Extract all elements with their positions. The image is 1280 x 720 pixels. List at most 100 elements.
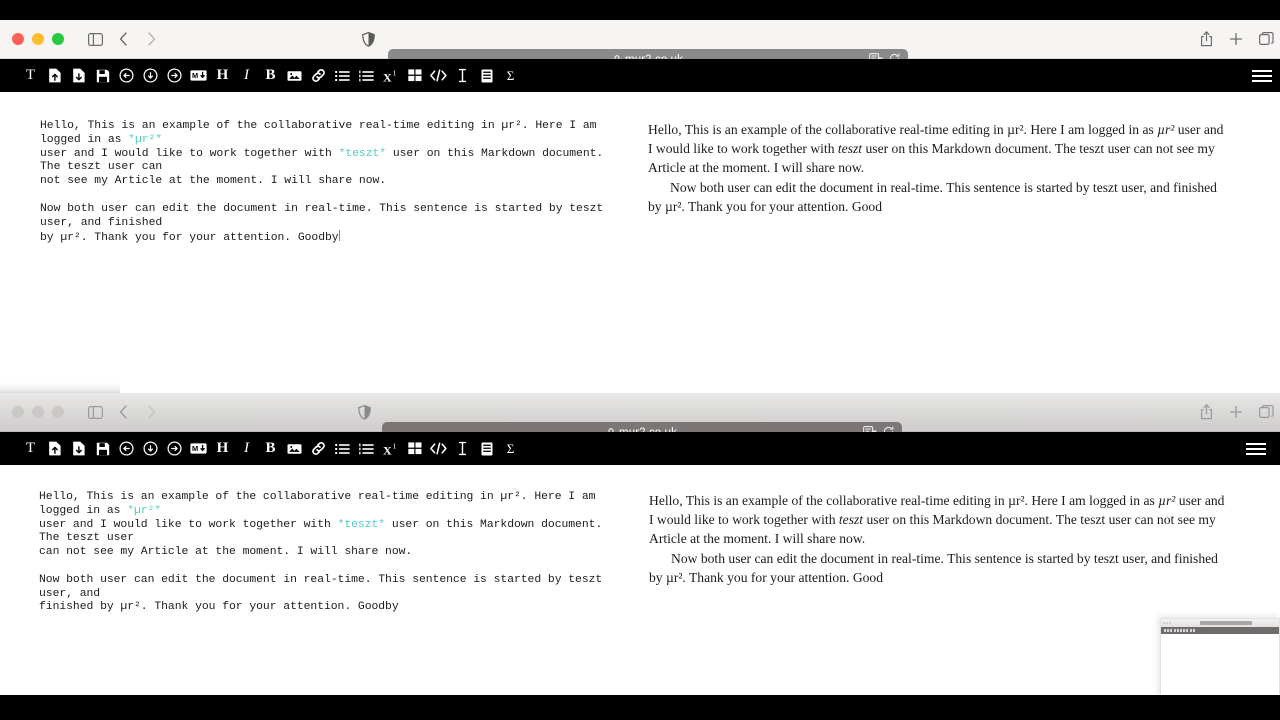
titlebar-right-actions-secondary[interactable]	[1194, 393, 1280, 431]
superscript-tool-icon[interactable]: X 1	[382, 440, 399, 457]
back-chevron-icon[interactable]	[110, 399, 136, 425]
markdown-emphasis-tag: *teszt*	[337, 518, 386, 531]
link-tool-icon[interactable]	[310, 440, 327, 457]
ordered-list-tool-icon[interactable]	[358, 440, 375, 457]
markdown-tool-icon[interactable]: M	[190, 440, 207, 457]
heading-tool-icon[interactable]: H	[214, 67, 231, 84]
editor-tool-icons-primary[interactable]: T M H I B X 1 Σ	[22, 67, 519, 84]
tab-overview-icon[interactable]	[1254, 400, 1278, 424]
save-tool-icon[interactable]	[94, 67, 111, 84]
markdown-source-pane-primary[interactable]: Hello, This is an example of the collabo…	[0, 92, 640, 398]
forward-chevron-icon[interactable]	[138, 26, 164, 52]
thumbnail-tool	[1176, 628, 1179, 633]
preview-emphasis: teszt	[838, 512, 864, 528]
plus-icon[interactable]	[1224, 400, 1248, 424]
markdown-source-pane-secondary[interactable]: Hello, This is an example of the collabo…	[0, 465, 640, 695]
bold-tool-icon[interactable]: B	[262, 440, 279, 457]
source-segment: user and I would like to work together w…	[40, 147, 332, 160]
hamburger-menu-icon[interactable]	[1246, 439, 1266, 459]
thumbnail-titlebar	[1161, 619, 1279, 627]
image-tool-icon[interactable]	[286, 440, 303, 457]
table-tool-icon[interactable]	[406, 67, 423, 84]
superscript-tool-icon[interactable]: X 1	[382, 67, 399, 84]
close-window-button[interactable]	[12, 33, 24, 45]
share-icon[interactable]	[1194, 400, 1218, 424]
editor-toolbar-primary[interactable]: T M H I B X 1 Σ	[0, 59, 1280, 92]
thumbnail-tool	[1164, 628, 1166, 633]
preview-emphasis: µr²	[1157, 122, 1175, 137]
link-tool-icon[interactable]	[310, 67, 327, 84]
minimize-window-button[interactable]	[32, 406, 44, 418]
editor-tool-icons-secondary[interactable]: T M H I B X 1 Σ	[22, 440, 519, 457]
preview-emphasis: teszt	[837, 141, 863, 157]
back-chevron-icon[interactable]	[110, 26, 136, 52]
editor-toolbar-secondary[interactable]: T M H I B X 1 Σ	[0, 432, 1280, 465]
thumbnail-tool	[1170, 628, 1173, 633]
text-tool-icon[interactable]: T	[22, 440, 39, 457]
sidebar-toggle-icon[interactable]	[82, 26, 108, 52]
undo-tool-icon[interactable]	[118, 67, 135, 84]
browser-window-primary[interactable]: mur2.co.uk	[0, 20, 1280, 398]
markdown-tool-icon[interactable]: M	[190, 67, 207, 84]
plus-icon[interactable]	[1224, 27, 1248, 51]
close-window-button[interactable]	[12, 406, 24, 418]
bullet-list-tool-icon[interactable]	[334, 440, 351, 457]
share-icon[interactable]	[1194, 27, 1218, 51]
sigma-tool-icon[interactable]: Σ	[502, 67, 519, 84]
code-tool-icon[interactable]	[430, 67, 447, 84]
preview-segment: Hello, This is an example of the collabo…	[649, 493, 1159, 508]
sigma-tool-icon[interactable]: Σ	[502, 440, 519, 457]
privacy-shield-icon[interactable]	[358, 393, 371, 431]
minimize-window-button[interactable]	[32, 33, 44, 45]
forward-chevron-icon[interactable]	[138, 399, 164, 425]
source-segment: Hello, This is an example of the collabo…	[39, 491, 603, 517]
table-tool-icon[interactable]	[406, 440, 423, 457]
heading-tool-icon[interactable]: H	[214, 440, 231, 457]
titlebar-secondary: mur2.co.uk	[0, 393, 1280, 443]
file-upload-tool-icon[interactable]	[46, 440, 63, 457]
code-tool-icon[interactable]	[430, 440, 447, 457]
redo-tool-icon[interactable]	[166, 67, 183, 84]
traffic-lights-primary[interactable]	[12, 33, 64, 45]
preview-emphasis: µr²	[1158, 493, 1176, 508]
undo-tool-icon[interactable]	[118, 440, 135, 457]
privacy-shield-icon[interactable]	[362, 20, 375, 58]
sidebar-toggle-icon[interactable]	[82, 399, 108, 425]
svg-text:1: 1	[392, 69, 396, 77]
ordered-list-tool-icon[interactable]	[358, 67, 375, 84]
thumbnail-tool	[1173, 628, 1176, 633]
italic-tool-icon[interactable]: I	[238, 67, 255, 84]
load-tool-icon[interactable]	[142, 440, 159, 457]
bold-tool-icon[interactable]: B	[262, 67, 279, 84]
browser-window-secondary[interactable]: mur2.co.uk	[0, 393, 1280, 695]
traffic-lights-secondary[interactable]	[12, 406, 64, 418]
thumbnail-tool	[1179, 628, 1182, 633]
text-tool-icon[interactable]: T	[22, 67, 39, 84]
text-cursor-tool-icon[interactable]	[454, 67, 471, 84]
editor-panes-primary: Hello, This is an example of the collabo…	[0, 92, 1280, 398]
save-tool-icon[interactable]	[94, 440, 111, 457]
italic-tool-icon[interactable]: I	[238, 440, 255, 457]
page-tool-icon[interactable]	[478, 440, 495, 457]
navigation-controls-secondary[interactable]	[82, 399, 164, 425]
page-tool-icon[interactable]	[478, 67, 495, 84]
load-tool-icon[interactable]	[142, 67, 159, 84]
navigation-controls-primary[interactable]	[82, 26, 164, 52]
thumbnail-traffic-dot	[1169, 622, 1171, 624]
thumbnail-editor-toolbar	[1161, 627, 1279, 634]
browser-window-thumbnail[interactable]	[1160, 618, 1280, 698]
redo-tool-icon[interactable]	[166, 440, 183, 457]
file-download-tool-icon[interactable]	[70, 440, 87, 457]
tab-overview-icon[interactable]	[1254, 27, 1278, 51]
text-cursor-tool-icon[interactable]	[454, 440, 471, 457]
image-tool-icon[interactable]	[286, 67, 303, 84]
file-download-tool-icon[interactable]	[70, 67, 87, 84]
titlebar-right-actions-primary[interactable]	[1194, 20, 1280, 58]
svg-text:1: 1	[392, 442, 396, 450]
hamburger-menu-icon[interactable]	[1252, 66, 1272, 86]
maximize-window-button[interactable]	[52, 33, 64, 45]
maximize-window-button[interactable]	[52, 406, 64, 418]
file-upload-tool-icon[interactable]	[46, 67, 63, 84]
bullet-list-tool-icon[interactable]	[334, 67, 351, 84]
preview-paragraph-2: Now both user can edit the document in r…	[648, 179, 1217, 214]
